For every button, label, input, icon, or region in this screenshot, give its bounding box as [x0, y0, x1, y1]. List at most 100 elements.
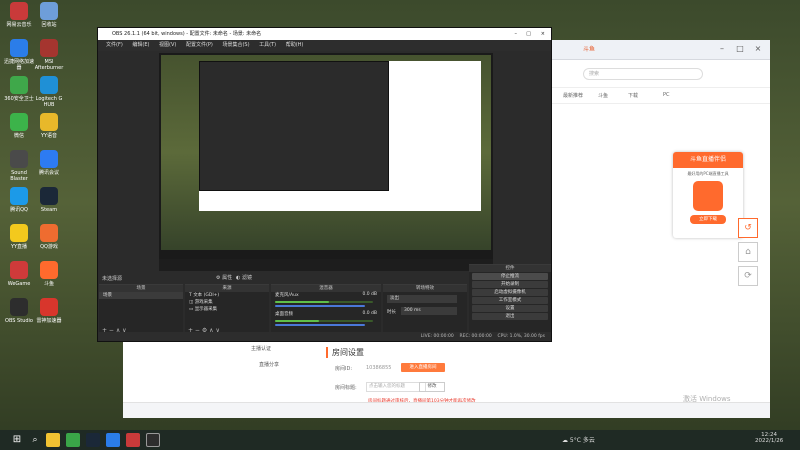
search-input[interactable]: 搜索 — [583, 68, 703, 80]
menu-item-profile[interactable]: 配置文件(P) — [186, 42, 213, 48]
bookmark-item[interactable]: 最新推荐 — [563, 92, 583, 99]
menu-item-view[interactable]: 视图(V) — [159, 42, 176, 48]
cpu-fps: CPU: 1.0%, 30.00 fps — [497, 334, 546, 339]
start-recording-button[interactable]: 开始录制 — [472, 281, 548, 288]
filters-button[interactable]: ◐ 滤镜 — [236, 274, 252, 281]
desktop-icon[interactable]: OBS Studio — [2, 298, 36, 324]
maximize-icon[interactable]: □ — [735, 44, 745, 54]
mixer-volume-slider[interactable] — [275, 324, 365, 326]
app-icon — [40, 150, 58, 168]
steam-icon[interactable] — [86, 433, 100, 447]
obs-maximize-icon[interactable]: □ — [526, 28, 531, 40]
refresh-icon[interactable]: ⟳ — [738, 266, 758, 286]
desktop-icon-label: 腾讯会议 — [38, 170, 59, 176]
mixer-dock: 混音器 麦克风/Aux 0.0 dB 桌面音频 0.0 dB — [271, 284, 381, 336]
menu-item-tools[interactable]: 工具(T) — [259, 42, 276, 48]
menu-item-edit[interactable]: 编辑(E) — [132, 42, 149, 48]
desktop-icon[interactable]: Sound Blaster — [2, 150, 36, 182]
desktop-icon[interactable]: 雷神加速器 — [32, 298, 66, 324]
desktop-icon[interactable]: YY直播 — [2, 224, 36, 250]
room-title-input[interactable]: 点击输入您的标题 — [366, 382, 426, 392]
sidebar-item-share[interactable]: 直播分享 — [259, 361, 279, 368]
taskbar: ⊞ ⌕ ☁ 5°C 多云 12:24 2022/1/26 — [0, 430, 800, 450]
ad-subtitle: 最好用的PC端直播工具 — [687, 171, 729, 176]
bookmark-item[interactable]: 下载 — [628, 92, 638, 99]
controls-dock: 控件 停止推流 开始录制 启动虚拟摄像机 工作室模式 设置 退出 — [469, 264, 551, 334]
transition-duration-input[interactable]: 300 ms — [401, 307, 457, 315]
browser-status-bar — [123, 402, 770, 418]
source-item[interactable]: ▭ 显示器采集 — [185, 306, 269, 313]
enter-room-button[interactable]: 进入直播房间 — [401, 363, 445, 372]
bookmark-item[interactable]: 斗鱼 — [598, 92, 608, 99]
clock-date: 2022/1/26 — [755, 438, 784, 444]
desktop-icon[interactable]: 网易云音乐 — [2, 2, 36, 28]
scene-item[interactable]: 场景 — [99, 292, 183, 299]
clock[interactable]: 12:24 2022/1/26 — [755, 432, 783, 444]
weather-widget[interactable]: ☁ 5°C 多云 — [562, 435, 595, 444]
bookmark-item[interactable]: PC — [663, 92, 670, 98]
studio-mode-button[interactable]: 工作室模式 — [472, 297, 548, 304]
desktop-icon[interactable]: 腾讯QQ — [2, 187, 36, 213]
desktop-icon-label: Sound Blaster — [10, 170, 28, 182]
settings-button[interactable]: 设置 — [472, 305, 548, 312]
transition-duration-label: 时长 — [387, 310, 396, 315]
desktop-icon[interactable]: MSI Afterburner — [32, 39, 66, 71]
app-icon — [10, 76, 28, 94]
obs-preview[interactable] — [159, 53, 493, 271]
app-icon — [40, 2, 58, 20]
file-explorer-icon[interactable] — [46, 433, 60, 447]
app-icon — [40, 187, 58, 205]
minimize-icon[interactable]: – — [717, 44, 727, 54]
modify-title-button[interactable]: 修改 — [419, 382, 445, 392]
browser-tab-douyu[interactable]: 斗鱼 — [583, 44, 595, 53]
mixer-volume-slider[interactable] — [275, 305, 365, 307]
virtual-camera-button[interactable]: 启动虚拟摄像机 — [472, 289, 548, 296]
app-icon — [40, 224, 58, 242]
desktop-icon[interactable]: QQ游戏 — [32, 224, 66, 250]
home-icon[interactable]: ⌂ — [738, 242, 758, 262]
transition-type-select[interactable]: 淡出 — [387, 295, 457, 303]
menu-item-help[interactable]: 帮助(H) — [286, 42, 304, 48]
desktop-icon[interactable]: 回收站 — [32, 2, 66, 28]
desktop-icon[interactable]: 微信 — [2, 113, 36, 139]
desktop-icon[interactable]: 360安全卫士 — [2, 76, 36, 102]
room-id-value: 10386855 — [366, 365, 392, 371]
ad-download-button[interactable]: 立即下载 — [690, 215, 726, 224]
close-icon[interactable]: × — [753, 44, 763, 54]
no-source-selected-label: 未选择源 — [102, 276, 123, 282]
app-icon — [40, 113, 58, 131]
sidebar-item-anchor[interactable]: 主播认证 — [251, 345, 271, 352]
stop-streaming-button[interactable]: 停止推流 — [472, 273, 548, 280]
mixer-meter-level — [275, 301, 329, 303]
desktop-icon[interactable]: 迅捷网络加速器 — [2, 39, 36, 71]
desktop-icon-label: 雷神加速器 — [36, 318, 62, 324]
desktop-icon-label: 腾讯QQ — [10, 207, 28, 213]
douyu-companion-ad[interactable]: 斗鱼直播伴侣 最好用的PC端直播工具 立即下载 — [673, 152, 743, 238]
app-icon — [10, 39, 28, 57]
menu-item-scene-collection[interactable]: 场景集合(S) — [222, 42, 249, 48]
start-icon[interactable]: ⊞ — [10, 433, 24, 447]
app-icon — [40, 39, 58, 57]
exit-button[interactable]: 退出 — [472, 313, 548, 320]
desktop-icon[interactable]: 斗鱼 — [32, 261, 66, 287]
desktop-icon[interactable]: WeGame — [2, 261, 36, 287]
obs-close-icon[interactable]: × — [541, 28, 545, 40]
source-item[interactable]: ◫ 游戏采集 — [185, 299, 269, 306]
properties-button[interactable]: ⚙ 属性 — [216, 274, 232, 281]
desktop-icon[interactable]: YY语音 — [32, 113, 66, 139]
desktop-icon-label: 360安全卫士 — [4, 96, 34, 102]
browser-360-icon[interactable] — [66, 433, 80, 447]
desktop-icon[interactable]: Steam — [32, 187, 66, 213]
obs-minimize-icon[interactable]: – — [515, 28, 518, 40]
source-item[interactable]: T 文本 (GDI+) — [185, 292, 269, 299]
obs-icon[interactable] — [146, 433, 160, 447]
obs-menu-bar: 文件(F) 编辑(E) 视图(V) 配置文件(P) 场景集合(S) 工具(T) … — [98, 40, 551, 51]
sources-dock: 来源 T 文本 (GDI+) ◫ 游戏采集 ▭ 显示器采集 + − ⚙ ∧ ∨ — [185, 284, 269, 336]
ad-float-icon[interactable]: ↺ — [738, 218, 758, 238]
desktop-icon[interactable]: 腾讯会议 — [32, 150, 66, 176]
app-icon[interactable] — [106, 433, 120, 447]
menu-item-file[interactable]: 文件(F) — [106, 42, 123, 48]
desktop-icon[interactable]: Logitech G HUB — [32, 76, 66, 108]
search-icon[interactable]: ⌕ — [28, 433, 42, 447]
netease-music-icon[interactable] — [126, 433, 140, 447]
